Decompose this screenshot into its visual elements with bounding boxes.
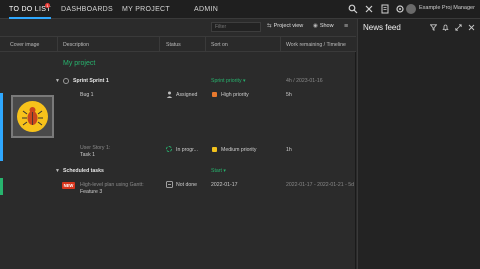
- item-bug-1-description[interactable]: Bug 1: [80, 92, 94, 98]
- col-work-remaining[interactable]: Work remaining / Timeline: [286, 42, 346, 48]
- tab-admin[interactable]: ADMIN: [194, 0, 218, 19]
- close-icon[interactable]: [468, 24, 475, 31]
- item-task-1-work: 1h: [286, 147, 292, 153]
- col-divider: [280, 37, 281, 52]
- cover-image[interactable]: [11, 95, 54, 138]
- person-icon: [166, 91, 173, 98]
- search-icon[interactable]: [348, 4, 358, 14]
- item-feature-3-status[interactable]: Not done: [176, 182, 197, 188]
- group-sprint-timeline: 4h / 2023-01-16: [286, 78, 323, 84]
- todo-count-badge: 1: [45, 3, 50, 8]
- item-task-1-priority[interactable]: Medium priority: [221, 147, 256, 153]
- bell-icon[interactable]: [442, 24, 449, 31]
- sort-sprint-priority[interactable]: Sprint priority ▾: [211, 78, 246, 84]
- item-feature-3-timeline: 2022-01-17 - 2022-01-21 - 5d: [286, 182, 355, 188]
- collapse-caret-icon[interactable]: ▼: [55, 168, 60, 174]
- collapse-caret-icon[interactable]: ▼: [55, 78, 60, 84]
- item-task-1-description[interactable]: Task 1: [80, 152, 95, 158]
- project-view-icon: ⇆: [267, 23, 272, 29]
- group-sprint-name[interactable]: Sprint Sprint 1: [73, 78, 109, 84]
- menu-icon[interactable]: ≡: [344, 23, 348, 30]
- item-bug-1-priority[interactable]: High priority: [221, 92, 249, 98]
- todo-list-panel: ⇆Project view ◉Show ≡ Cover image Descri…: [0, 19, 356, 269]
- row-accent-strip: [0, 93, 3, 161]
- item-task-1-status[interactable]: In progr...: [176, 147, 198, 153]
- tab-to-do-list[interactable]: TO DO LIST: [9, 0, 51, 19]
- item-feature-3-start-date[interactable]: 2022-01-17: [211, 182, 238, 188]
- sprint-status-icon: [63, 78, 69, 84]
- row-accent-strip: [0, 178, 3, 195]
- item-bug-1-status[interactable]: Assigned: [176, 92, 197, 98]
- filter-input[interactable]: [211, 22, 261, 32]
- not-done-icon: [166, 181, 173, 188]
- col-description[interactable]: Description: [63, 42, 89, 48]
- news-feed-panel: News feed: [357, 19, 480, 269]
- show-label: Show: [319, 23, 334, 29]
- top-nav: TO DO LIST 1 DASHBOARDS MY PROJECT ADMIN…: [0, 0, 480, 19]
- tab-my-project[interactable]: MY PROJECT: [122, 0, 170, 19]
- item-feature-3-description[interactable]: Feature 3: [80, 189, 102, 195]
- tab-dashboards[interactable]: DASHBOARDS: [61, 0, 113, 19]
- item-feature-3-parent[interactable]: High-level plan using Gantt:: [80, 182, 144, 188]
- user-name[interactable]: Example Proj Manager: [419, 5, 475, 11]
- expand-icon[interactable]: [455, 24, 462, 31]
- column-headers: Cover image Description Status Sort on W…: [0, 36, 356, 52]
- col-divider: [205, 37, 206, 52]
- filter-icon[interactable]: [430, 24, 437, 31]
- tools-icon[interactable]: [364, 4, 374, 14]
- priority-high-icon: [212, 92, 217, 97]
- avatar[interactable]: [406, 4, 416, 14]
- settings-icon[interactable]: [395, 4, 405, 14]
- show-button[interactable]: ◉ Show: [313, 23, 334, 29]
- col-sort-on[interactable]: Sort on: [211, 42, 228, 48]
- new-tag-badge: NEW: [62, 182, 75, 189]
- in-progress-icon: [166, 146, 172, 152]
- item-bug-1-work: 5h: [286, 92, 292, 98]
- news-feed-title: News feed: [363, 23, 401, 32]
- col-divider: [159, 37, 160, 52]
- project-title[interactable]: My project: [63, 60, 95, 67]
- sort-start[interactable]: Start ▾: [211, 168, 226, 174]
- item-task-1-parent[interactable]: User Story 1:: [80, 145, 110, 151]
- toolbar: ⇆Project view ◉Show ≡: [0, 19, 356, 36]
- priority-medium-icon: [212, 147, 217, 152]
- notes-icon[interactable]: [380, 4, 390, 14]
- col-divider: [57, 37, 58, 52]
- eye-icon: ◉: [313, 23, 318, 29]
- bug-icon: [17, 101, 48, 132]
- project-view-button[interactable]: ⇆ Project view: [267, 23, 303, 29]
- col-status[interactable]: Status: [166, 42, 181, 48]
- project-view-label: Project view: [273, 23, 304, 29]
- group-scheduled-name[interactable]: Scheduled tasks: [63, 168, 104, 174]
- col-cover-image[interactable]: Cover image: [10, 42, 39, 48]
